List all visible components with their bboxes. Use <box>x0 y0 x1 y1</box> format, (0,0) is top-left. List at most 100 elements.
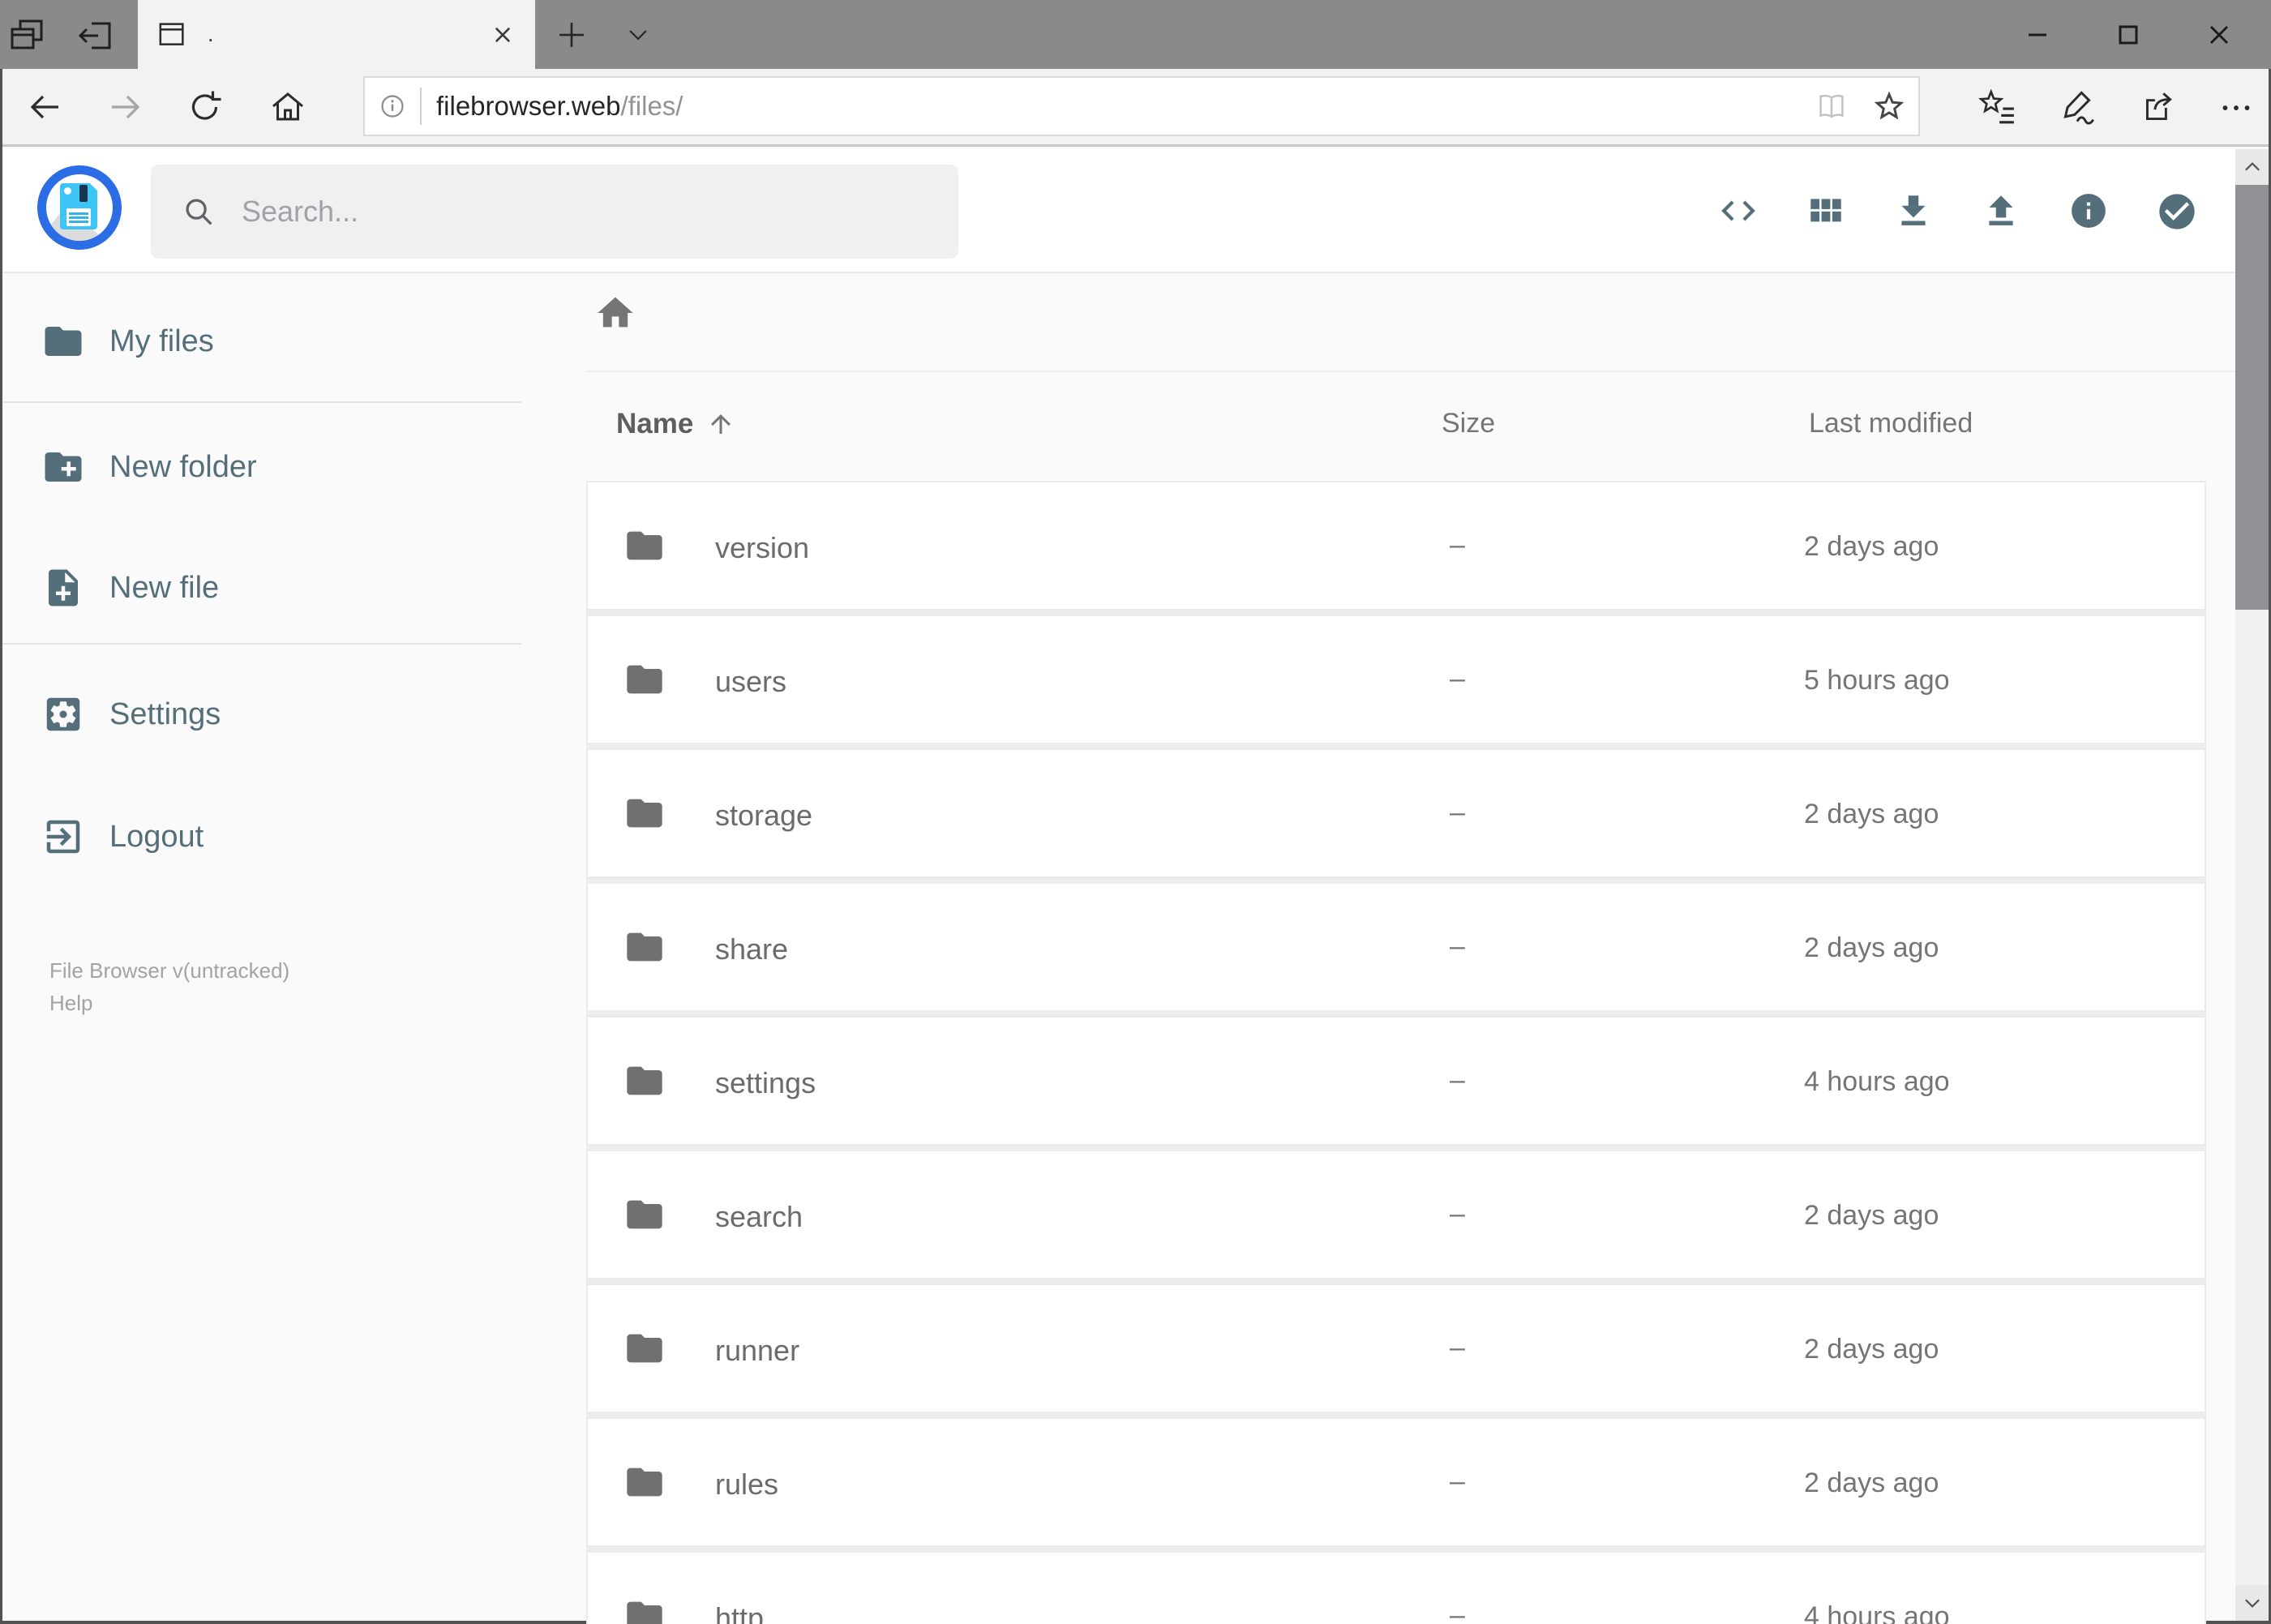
download-icon <box>1901 195 1926 225</box>
page-favicon-icon <box>159 22 184 45</box>
search-input[interactable] <box>240 194 908 229</box>
app-header <box>2 149 2269 273</box>
folder-icon <box>627 1200 662 1229</box>
file-name: settings <box>715 1066 816 1099</box>
forward-button[interactable] <box>106 88 145 126</box>
titlebar: . <box>0 0 2271 69</box>
file-modified: 2 days ago <box>1804 932 1939 963</box>
scroll-up-button[interactable] <box>2235 149 2269 185</box>
floppy-disk-icon <box>60 183 97 229</box>
file-size: – <box>1450 931 1465 962</box>
maximize-button[interactable] <box>2083 0 2174 69</box>
create-new-folder-icon <box>45 452 82 482</box>
new-tab-button[interactable] <box>551 15 592 55</box>
tabs-set-aside-button[interactable] <box>6 15 47 55</box>
select-multiple-button[interactable] <box>2156 191 2196 231</box>
table-row[interactable]: share – 2 days ago <box>586 882 2206 1012</box>
upload-button[interactable] <box>1981 191 2021 231</box>
refresh-button[interactable] <box>186 88 225 126</box>
column-header-name[interactable]: Name <box>616 408 735 440</box>
column-header-label: Size <box>1442 408 1496 439</box>
tabs-chevron-icon <box>629 30 647 41</box>
scroll-down-icon <box>2244 1599 2260 1608</box>
file-name: users <box>715 665 787 698</box>
page-scrollbar[interactable] <box>2235 149 2269 1621</box>
table-row[interactable]: runner – 2 days ago <box>586 1283 2206 1413</box>
column-header-modified[interactable]: Last modified <box>1809 408 1973 439</box>
file-size: – <box>1450 663 1465 694</box>
info-icon <box>2072 193 2106 228</box>
sidebar-item-new-file[interactable]: New file <box>2 562 219 614</box>
sidebar-item-label: New file <box>109 570 220 605</box>
annotate-button[interactable] <box>2057 87 2097 127</box>
scrollbar-thumb[interactable] <box>2235 185 2269 610</box>
sidebar-item-label: My files <box>109 324 214 358</box>
breadcrumb-home-button[interactable] <box>594 292 636 334</box>
table-row[interactable]: storage – 2 days ago <box>586 748 2206 878</box>
table-row[interactable]: search – 2 days ago <box>586 1150 2206 1279</box>
file-size: – <box>1450 1600 1465 1624</box>
file-size: – <box>1450 529 1465 560</box>
sidebar-item-logout[interactable]: Logout <box>2 811 204 863</box>
window-controls <box>1992 0 2265 69</box>
url-host: filebrowser.web <box>436 91 621 121</box>
folder-icon <box>627 1334 662 1363</box>
file-name: storage <box>715 799 813 832</box>
add-favorite-button[interactable] <box>1871 88 1907 124</box>
file-size: – <box>1450 1332 1465 1363</box>
refresh-icon <box>191 91 221 120</box>
more-menu-button[interactable] <box>2216 87 2256 127</box>
share-button[interactable] <box>2138 87 2179 127</box>
folder-icon <box>627 531 662 560</box>
table-row[interactable]: settings – 4 hours ago <box>586 1016 2206 1146</box>
sidebar-divider <box>2 401 521 403</box>
search-icon <box>186 199 212 225</box>
column-header-size[interactable]: Size <box>1442 408 1495 439</box>
back-icon <box>30 95 58 119</box>
code-view-button[interactable] <box>1718 191 1759 231</box>
new-tab-plus-icon <box>559 23 584 47</box>
close-window-button[interactable] <box>2174 0 2265 69</box>
info-button[interactable] <box>2068 191 2109 231</box>
help-link[interactable]: Help <box>49 987 289 1019</box>
tab-close-button[interactable] <box>488 20 517 49</box>
scroll-down-button[interactable] <box>2235 1585 2269 1621</box>
back-button[interactable] <box>25 88 64 126</box>
sidebar-item-settings[interactable]: Settings <box>2 688 221 740</box>
forward-icon <box>112 95 140 119</box>
grid-view-button[interactable] <box>1806 191 1846 231</box>
file-size: – <box>1450 1065 1465 1095</box>
file-modified: 4 hours ago <box>1804 1066 1950 1097</box>
address-bar[interactable]: filebrowser.web/files/ <box>363 76 1920 136</box>
file-modified: 2 days ago <box>1804 799 1939 829</box>
tab-list-dropdown-button[interactable] <box>618 15 658 55</box>
search-bar[interactable] <box>151 165 958 259</box>
table-row[interactable]: users – 5 hours ago <box>586 615 2206 744</box>
browser-toolbar: filebrowser.web/files/ <box>0 69 2271 147</box>
sidebar-item-new-folder[interactable]: New folder <box>2 441 257 493</box>
url-path: /files/ <box>620 91 683 121</box>
favorites-hub-button[interactable] <box>1976 87 2016 127</box>
sidebar-footer: File Browser v(untracked) Help <box>49 954 289 1019</box>
sidebar-item-my-files[interactable]: My files <box>2 315 214 367</box>
reading-view-button[interactable] <box>1813 88 1850 125</box>
home-button[interactable] <box>268 88 307 126</box>
filebrowser-logo[interactable] <box>37 165 122 250</box>
table-row[interactable]: version – 2 days ago <box>586 481 2206 611</box>
upload-icon <box>1989 195 2013 225</box>
more-icon <box>2222 105 2250 110</box>
file-name: version <box>715 531 810 564</box>
download-button[interactable] <box>1893 191 1934 231</box>
sidebar-item-label: New folder <box>109 449 257 484</box>
file-size: – <box>1450 1198 1465 1229</box>
file-name: search <box>715 1200 803 1233</box>
tabs-set-aside-icon <box>11 19 43 49</box>
table-row[interactable]: http – 4 hours ago <box>586 1551 2206 1624</box>
browser-tab[interactable]: . <box>138 0 535 69</box>
column-header-label: Name <box>616 408 694 439</box>
table-row[interactable]: rules – 2 days ago <box>586 1417 2206 1547</box>
set-tabs-aside-button[interactable] <box>75 15 115 55</box>
file-size: – <box>1450 1466 1465 1497</box>
minimize-button[interactable] <box>1992 0 2083 69</box>
file-size: – <box>1450 797 1465 828</box>
